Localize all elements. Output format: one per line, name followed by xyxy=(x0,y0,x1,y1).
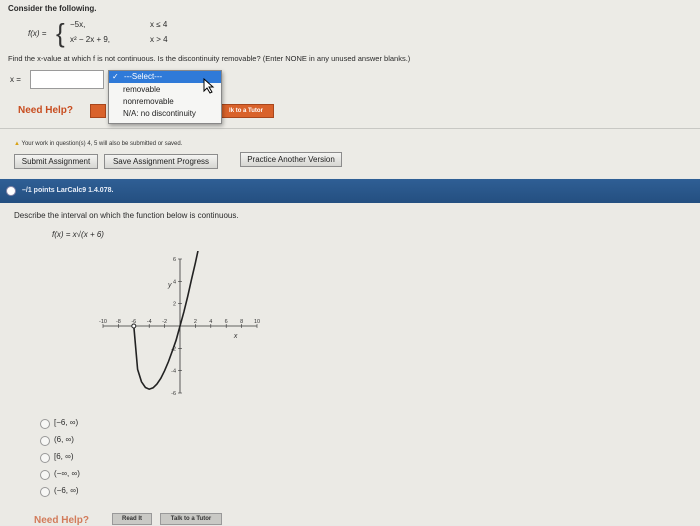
question-1-panel: Consider the following. f(x) = { −5x, x … xyxy=(0,0,700,178)
checkmark-icon: ✓ xyxy=(112,72,119,81)
piece2-condition: x > 4 xyxy=(150,35,168,44)
function-graph: -10 -8 -6 -4 -2 2 4 6 8 10642-2-4-6 x y xyxy=(99,251,260,397)
x-label: x = xyxy=(10,75,21,84)
x-tick-label: -4 xyxy=(147,319,152,325)
x-tick-label: 10 xyxy=(254,319,260,325)
x-tick-label: 4 xyxy=(209,319,212,325)
q2-read-it-button[interactable]: Read It xyxy=(112,513,152,525)
y-tick-label: 4 xyxy=(173,279,176,285)
warning-text: Your work in question(s) 4, 5 will also … xyxy=(21,141,183,147)
y-tick-label: 6 xyxy=(173,257,176,263)
talk-to-tutor-button[interactable]: lk to a Tutor xyxy=(218,104,274,118)
function-name: f(x) = xyxy=(28,29,47,38)
function-curve xyxy=(133,251,199,391)
read-it-button[interactable] xyxy=(90,104,106,118)
choice-radio-1[interactable] xyxy=(40,436,50,446)
x-tick-label: 6 xyxy=(225,319,228,325)
x-axis-label: x xyxy=(233,333,238,340)
brace: { xyxy=(56,18,65,48)
choice-label-4: (−6, ∞) xyxy=(54,486,79,495)
x-tick-label: -2 xyxy=(162,319,167,325)
y-tick-label: -6 xyxy=(171,391,176,397)
x-tick-label: -10 xyxy=(99,319,107,325)
q2-talk-to-tutor-button[interactable]: Talk to a Tutor xyxy=(160,513,222,525)
submission-warning: ▲ Your work in question(s) 4, 5 will als… xyxy=(14,141,182,147)
x-tick-label: -8 xyxy=(116,319,121,325)
dropdown-option-nonremovable[interactable]: nonremovable xyxy=(123,97,174,106)
x-tick-label: 8 xyxy=(240,319,243,325)
save-progress-button[interactable]: Save Assignment Progress xyxy=(104,154,218,169)
practice-another-version-button[interactable]: Practice Another Version xyxy=(240,152,342,167)
question-2-header: –/1 points LarCalc9 1.4.078. xyxy=(0,179,700,203)
choice-label-3: (−∞, ∞) xyxy=(54,469,80,478)
q1-prompt: Consider the following. xyxy=(8,4,97,13)
piece1-condition: x ≤ 4 xyxy=(150,20,168,29)
piece2-expression: x² − 2x + 9, xyxy=(70,35,111,44)
y-axis-label: y xyxy=(167,282,172,289)
q2-need-help-label: Need Help? xyxy=(34,515,90,526)
question-status-icon xyxy=(6,186,16,196)
choice-label-2: [6, ∞) xyxy=(54,452,74,461)
curve-endpoint xyxy=(131,323,137,329)
dropdown-option-removable[interactable]: removable xyxy=(123,85,160,94)
warning-icon: ▲ xyxy=(14,141,20,147)
y-tick-label: -4 xyxy=(171,369,176,375)
q2-function: f(x) = x√(x + 6) xyxy=(52,230,104,239)
mouse-cursor-icon xyxy=(203,78,215,94)
choice-label-1: (6, ∞) xyxy=(54,435,74,444)
q2-prompt: Describe the interval on which the funct… xyxy=(14,211,239,220)
choice-radio-0[interactable] xyxy=(40,419,50,429)
need-help-label: Need Help? xyxy=(18,105,74,116)
question-2-header-text: –/1 points LarCalc9 1.4.078. xyxy=(22,187,114,194)
q1-instruction: Find the x-value at which f is not conti… xyxy=(8,54,411,63)
choice-radio-4[interactable] xyxy=(40,487,50,497)
y-tick-label: 2 xyxy=(173,302,176,308)
choice-radio-2[interactable] xyxy=(40,453,50,463)
choice-label-0: [−6, ∞) xyxy=(54,418,79,427)
x-value-input[interactable] xyxy=(30,70,104,89)
divider xyxy=(0,128,700,129)
submit-assignment-button[interactable]: Submit Assignment xyxy=(14,154,98,169)
dropdown-selected-label: ---Select--- xyxy=(123,72,163,81)
dropdown-option-na[interactable]: N/A: no discontinuity xyxy=(123,109,196,118)
choice-radio-3[interactable] xyxy=(40,470,50,480)
question-2-panel: Describe the interval on which the funct… xyxy=(0,203,700,526)
piece1-expression: −5x, xyxy=(70,20,86,29)
x-tick-label: 2 xyxy=(194,319,197,325)
